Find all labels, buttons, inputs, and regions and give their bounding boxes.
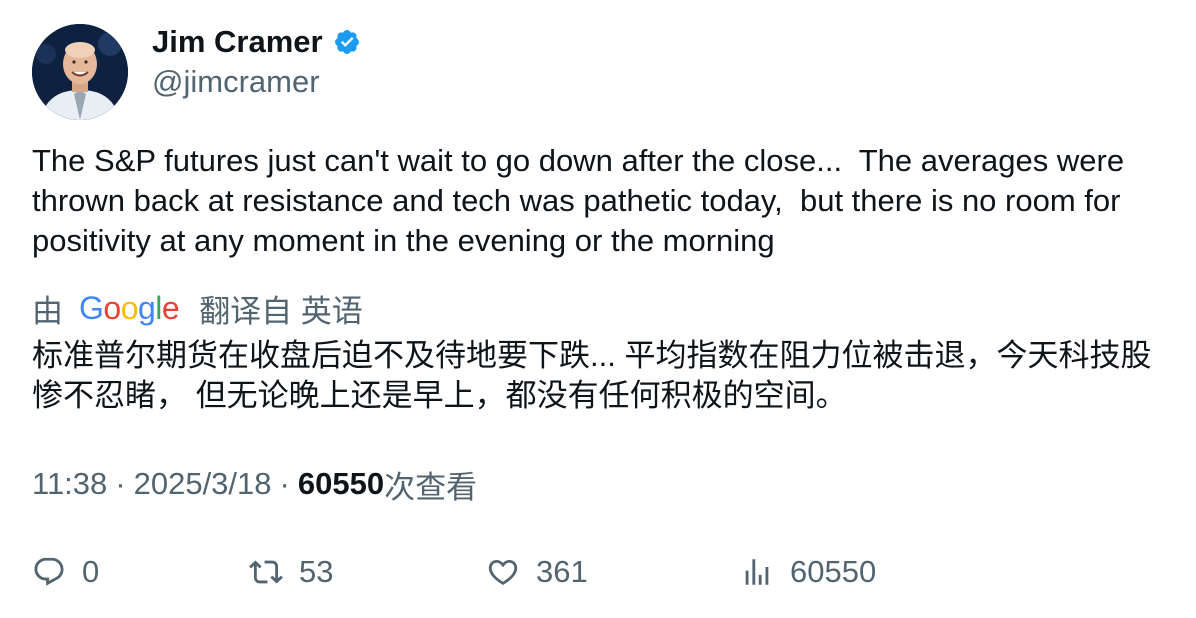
action-bar: 0 53 361 60550 — [0, 552, 1196, 592]
like-button[interactable]: 361 — [486, 552, 588, 592]
views-action-count: 60550 — [790, 554, 877, 589]
translation-by-label: 由 — [32, 293, 63, 329]
tweet-date[interactable]: 2025/3/18 — [134, 466, 272, 502]
author-name-row: Jim Cramer — [152, 22, 361, 62]
retweet-icon — [249, 560, 283, 584]
tweet-card: Jim Cramer @jimcramer The S&P futures ju… — [0, 0, 1196, 618]
meta-separator: · — [115, 466, 126, 501]
reply-button[interactable]: 0 — [32, 552, 99, 592]
retweet-button[interactable]: 53 — [249, 552, 333, 592]
reply-icon — [34, 557, 64, 586]
views-label: 次查看 — [384, 469, 478, 505]
views-count: 60550 — [297, 466, 385, 501]
translation-attribution: 由 Google 翻译自 英语 — [32, 286, 363, 331]
avatar-image — [32, 24, 128, 120]
verified-badge-icon — [333, 28, 361, 56]
author-handle[interactable]: @jimcramer — [152, 62, 320, 102]
like-count: 361 — [536, 554, 588, 589]
tweet-time[interactable]: 11:38 — [32, 466, 107, 502]
heart-icon — [488, 559, 518, 585]
translation-source-label[interactable]: 翻译自 英语 — [199, 286, 363, 331]
analytics-icon — [745, 559, 769, 585]
tweet-meta: 11:38 · 2025/3/18 · 60550 次查看 — [32, 464, 478, 505]
views-button[interactable]: 60550 — [740, 552, 876, 592]
tweet-text: The S&P futures just can't wait to go do… — [32, 143, 1133, 258]
retweet-count: 53 — [299, 554, 334, 589]
avatar[interactable] — [32, 24, 128, 120]
meta-separator: · — [279, 466, 290, 501]
google-logo: Google — [79, 290, 180, 326]
translated-text: 标准普尔期货在收盘后迫不及待地要下跌... 平均指数在阻力位被击退，今天科技股惨… — [32, 338, 1152, 413]
author-display-name[interactable]: Jim Cramer — [152, 22, 323, 62]
reply-count: 0 — [82, 554, 100, 589]
